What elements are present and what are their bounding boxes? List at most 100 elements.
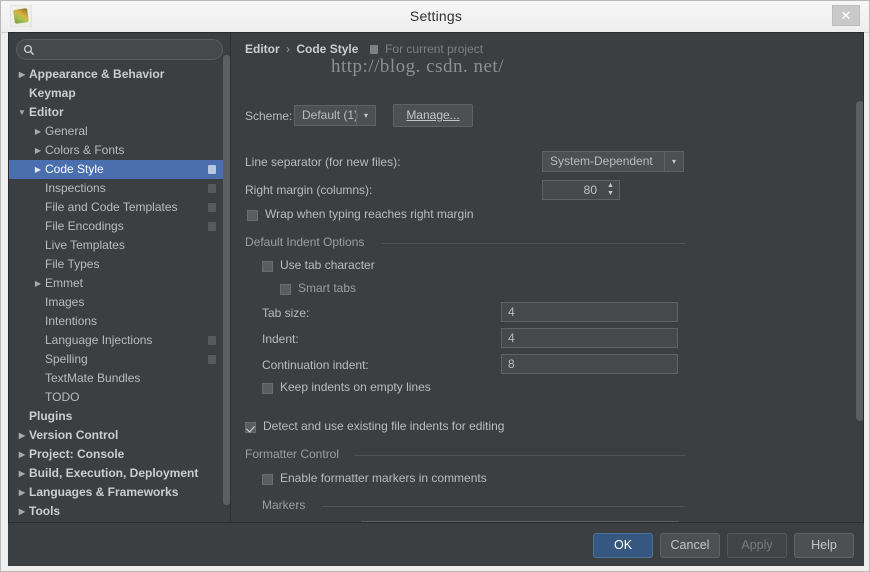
sidebar-item-languages-frameworks[interactable]: ▶Languages & Frameworks [9, 483, 225, 502]
chevron-down-icon[interactable]: ▼ [17, 103, 27, 122]
search-input[interactable] [41, 42, 220, 59]
manage-button[interactable]: Manage... [393, 104, 473, 127]
sidebar-item-build-execution-deployment[interactable]: ▶Build, Execution, Deployment [9, 464, 225, 483]
scope-text: For current project [385, 42, 483, 56]
sidebar-item-file-types[interactable]: File Types [9, 255, 225, 274]
sidebar-item-images[interactable]: Images [9, 293, 225, 312]
chevron-right-icon[interactable]: ▶ [17, 502, 27, 521]
sidebar-item-textmate-bundles[interactable]: TextMate Bundles [9, 369, 225, 388]
sidebar-item-inspections[interactable]: Inspections [9, 179, 225, 198]
chevron-right-icon[interactable]: ▶ [33, 274, 43, 293]
indent-input[interactable]: 4 [501, 328, 678, 348]
sidebar-item-label: File Encodings [45, 217, 124, 236]
line-separator-select[interactable]: System-Dependent ▾ [542, 151, 684, 172]
settings-tree: ▶Appearance & BehaviorKeymap▼Editor▶Gene… [9, 65, 225, 522]
checkbox-box[interactable] [262, 261, 273, 272]
sidebar-item-project-console[interactable]: ▶Project: Console [9, 445, 225, 464]
sidebar-item-emmet[interactable]: ▶Emmet [9, 274, 225, 293]
ok-button[interactable]: OK [593, 533, 653, 558]
chevron-right-icon[interactable]: ▶ [17, 426, 27, 445]
sidebar-item-version-control[interactable]: ▶Version Control [9, 426, 225, 445]
sidebar-item-label: Language Injections [45, 331, 152, 350]
checkbox-box[interactable] [280, 284, 291, 295]
project-scope-icon [208, 203, 216, 212]
sidebar-item-code-style[interactable]: ▶Code Style [9, 160, 225, 179]
search-field[interactable] [16, 39, 223, 60]
chevron-right-icon[interactable]: ▶ [33, 160, 43, 179]
close-icon[interactable]: ✕ [832, 5, 860, 26]
sidebar-item-live-templates[interactable]: Live Templates [9, 236, 225, 255]
use-tab-character-label: Use tab character [280, 258, 375, 272]
sidebar-item-label: Keymap [29, 84, 76, 103]
settings-window: Settings ✕ ▶Appearance & BehaviorKeymap▼… [0, 0, 870, 572]
indent-value: 4 [508, 331, 515, 345]
sidebar-item-label: Code Style [45, 160, 104, 179]
breadcrumb-separator: › [283, 42, 293, 56]
title-bar: Settings ✕ [1, 1, 870, 33]
sidebar-item-label: File and Code Templates [45, 198, 178, 217]
settings-sidebar: ▶Appearance & BehaviorKeymap▼Editor▶Gene… [9, 33, 231, 522]
tab-size-input[interactable]: 4 [501, 302, 678, 322]
sidebar-item-plugins[interactable]: Plugins [9, 407, 225, 426]
sidebar-item-colors-fonts[interactable]: ▶Colors & Fonts [9, 141, 225, 160]
sidebar-item-general[interactable]: ▶General [9, 122, 225, 141]
continuation-indent-input[interactable]: 8 [501, 354, 678, 374]
sidebar-item-label: Plugins [29, 407, 72, 426]
watermark-text: http://blog. csdn. net/ [331, 56, 504, 78]
sidebar-item-label: Appearance & Behavior [29, 65, 164, 84]
checkbox-box[interactable] [262, 383, 273, 394]
detect-indents-label: Detect and use existing file indents for… [263, 419, 504, 433]
chevron-right-icon[interactable]: ▶ [33, 122, 43, 141]
markers-group: Markers [262, 498, 685, 512]
wrap-when-typing-label: Wrap when typing reaches right margin [265, 207, 474, 221]
apply-button: Apply [727, 533, 787, 558]
chevron-down-icon[interactable]: ▾ [356, 106, 375, 125]
chevron-right-icon[interactable]: ▶ [17, 464, 27, 483]
sidebar-item-label: Colors & Fonts [45, 141, 124, 160]
checkbox-box[interactable] [245, 422, 256, 433]
sidebar-item-intentions[interactable]: Intentions [9, 312, 225, 331]
continuation-indent-value: 8 [508, 357, 515, 371]
chevron-right-icon[interactable]: ▶ [17, 65, 27, 84]
content-scrollbar-thumb[interactable] [856, 101, 864, 421]
continuation-indent-label: Continuation indent: [262, 358, 369, 372]
dialog-body: ▶Appearance & BehaviorKeymap▼Editor▶Gene… [8, 32, 864, 523]
sidebar-item-appearance-behavior[interactable]: ▶Appearance & Behavior [9, 65, 225, 84]
formatter-off-input[interactable]: @formatter:off [361, 521, 679, 522]
sidebar-scrollbar-thumb[interactable] [223, 55, 230, 505]
code-style-panel: Editor › Code Style For current project … [231, 33, 864, 522]
spinner-arrows-icon[interactable]: ▲▼ [604, 182, 617, 198]
breadcrumb-current: Code Style [296, 42, 358, 56]
sidebar-item-file-encodings[interactable]: File Encodings [9, 217, 225, 236]
sidebar-item-language-injections[interactable]: Language Injections [9, 331, 225, 350]
chevron-right-icon[interactable]: ▶ [17, 483, 27, 502]
chevron-right-icon[interactable]: ▶ [17, 445, 27, 464]
sidebar-item-spelling[interactable]: Spelling [9, 350, 225, 369]
sidebar-item-label: TextMate Bundles [45, 369, 140, 388]
checkbox-box[interactable] [262, 474, 273, 485]
sidebar-item-tools[interactable]: ▶Tools [9, 502, 225, 521]
sidebar-item-label: Images [45, 293, 84, 312]
right-margin-stepper[interactable]: 80 ▲▼ [542, 180, 620, 200]
manage-button-label: Manage... [406, 108, 459, 122]
sidebar-item-file-and-code-templates[interactable]: File and Code Templates [9, 198, 225, 217]
sidebar-item-todo[interactable]: TODO [9, 388, 225, 407]
sidebar-item-editor[interactable]: ▼Editor [9, 103, 225, 122]
cancel-button[interactable]: Cancel [660, 533, 720, 558]
breadcrumb-parent[interactable]: Editor [245, 42, 280, 56]
chevron-right-icon[interactable]: ▶ [33, 141, 43, 160]
chevron-down-icon[interactable]: ▾ [664, 152, 683, 171]
sidebar-item-label: Tools [29, 502, 60, 521]
content-scrollbar-track[interactable] [856, 33, 864, 522]
help-button[interactable]: Help [794, 533, 854, 558]
checkbox-box[interactable] [247, 210, 258, 221]
right-margin-label: Right margin (columns): [245, 183, 372, 197]
sidebar-item-keymap[interactable]: Keymap [9, 84, 225, 103]
default-indent-options-group: Default Indent Options [245, 235, 685, 249]
sidebar-item-label: Inspections [45, 179, 106, 198]
sidebar-scrollbar-track[interactable] [223, 33, 230, 522]
scheme-select[interactable]: Default (1) ▾ [294, 105, 376, 126]
sidebar-item-label: TODO [45, 388, 79, 407]
enable-formatter-markers-label: Enable formatter markers in comments [280, 471, 487, 485]
formatter-control-group: Formatter Control [245, 447, 685, 461]
